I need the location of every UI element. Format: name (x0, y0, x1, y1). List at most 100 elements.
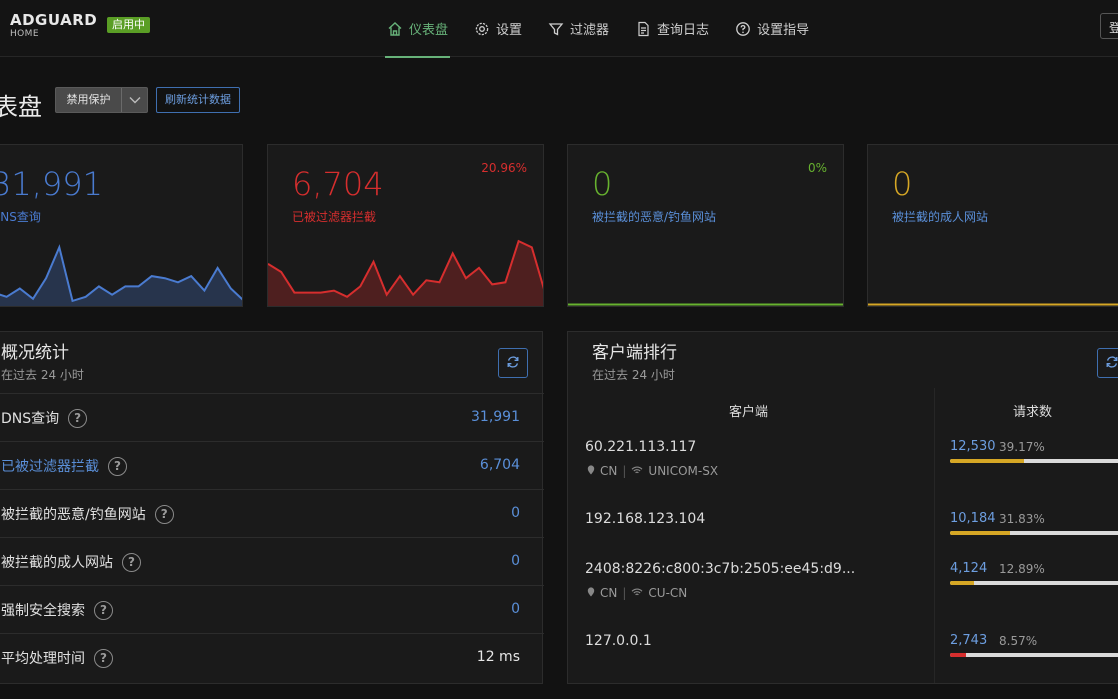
general-statistics-panel: 概况统计 在过去 24 小时 DNS查询? 31,991 已被过滤器拦截? 6,… (0, 331, 544, 684)
table-row[interactable]: 60.221.113.117 CN | UNICOM-SX 12,530 39.… (568, 439, 1118, 499)
nav-label: 查询日志 (657, 23, 710, 38)
stat-percentage: 20.96% (481, 161, 527, 175)
stat-value: 6,704 (292, 165, 384, 203)
nav-filters[interactable]: 过滤器 (546, 0, 611, 57)
request-share-bar (950, 531, 1118, 535)
client-meta: CN | UNICOM-SX (587, 464, 718, 478)
meta-separator: | (622, 586, 627, 600)
help-icon[interactable]: ? (94, 648, 113, 668)
location-pin-icon (587, 586, 595, 600)
adguard-logo[interactable]: ADGUARD HOME (10, 12, 97, 39)
gear-icon (474, 21, 490, 37)
stat-label: 已被过滤器拦截 (292, 210, 377, 224)
client-country: CN (600, 464, 618, 478)
protection-status-badge: 启用中 (107, 17, 150, 33)
table-row: 被拦截的成人网站? 0 (0, 537, 544, 585)
stat-label: DNS查询 (0, 210, 41, 224)
table-row[interactable]: 2408:8226:c800:3c7b:2505:ee45:d9... CN |… (568, 561, 1118, 621)
stat-label: 被拦截的恶意/钓鱼网站 (592, 210, 717, 224)
request-count[interactable]: 4,124 (950, 561, 987, 576)
refresh-stats-button[interactable]: 刷新统计数据 (156, 87, 240, 113)
table-row: 已被过滤器拦截? 6,704 (0, 441, 544, 489)
document-icon (635, 21, 651, 37)
help-icon[interactable]: ? (68, 408, 88, 428)
stat-row-label: 平均处理时间? (1, 648, 113, 668)
row-label-text: DNS查询 (1, 411, 60, 427)
meta-separator: | (622, 464, 627, 478)
request-share-bar (950, 459, 1118, 463)
stat-card-malware-blocked[interactable]: 0 被拦截的恶意/钓鱼网站 0% (567, 144, 844, 307)
table-row: 平均处理时间? 12 ms (0, 633, 544, 681)
nav-setup-guide[interactable]: 设置指导 (733, 0, 811, 57)
nav-settings[interactable]: 设置 (472, 0, 524, 57)
table-row: 被拦截的恶意/钓鱼网站? 0 (0, 489, 544, 537)
request-percent: 12.89% (999, 562, 1045, 576)
row-label-text: 被拦截的恶意/钓鱼网站 (1, 507, 146, 523)
home-icon (387, 21, 403, 37)
client-network: CU-CN (648, 586, 688, 600)
refresh-button[interactable] (498, 348, 528, 378)
stat-card-blocked-filters[interactable]: 6,704 已被过滤器拦截 20.96% (267, 144, 544, 307)
request-share-fill (950, 531, 1011, 535)
client-meta: CN | CU-CN (587, 586, 687, 600)
help-icon[interactable]: ? (94, 600, 113, 620)
stat-card-dns-queries[interactable]: 31,991 DNS查询 (0, 144, 243, 307)
stat-card-adult-blocked[interactable]: 0 被拦截的成人网站 0% (867, 144, 1118, 307)
nav-dashboard[interactable]: 仪表盘 (385, 0, 451, 58)
top-navbar: ADGUARD HOME 启用中 仪表盘 设置 过滤器 查询日志 设置指导 登 (0, 0, 1118, 58)
request-share-fill (950, 653, 967, 657)
row-label-text[interactable]: 已被过滤器拦截 (1, 456, 99, 476)
location-pin-icon (587, 464, 595, 478)
client-ip[interactable]: 127.0.0.1 (585, 633, 652, 649)
help-icon[interactable]: ? (122, 552, 141, 572)
nav-query-log[interactable]: 查询日志 (633, 0, 711, 57)
stat-row-value: 31,991 (471, 409, 520, 425)
request-count[interactable]: 12,530 (950, 439, 996, 454)
stat-percentage: 0% (807, 161, 827, 175)
refresh-icon (506, 354, 520, 373)
filter-icon (548, 21, 564, 37)
client-ip[interactable]: 2408:8226:c800:3c7b:2505:ee45:d9... (585, 561, 855, 577)
client-ip[interactable]: 60.221.113.117 (585, 439, 696, 455)
request-count[interactable]: 10,184 (950, 511, 996, 526)
refresh-icon (1105, 354, 1118, 373)
help-icon[interactable]: ? (108, 456, 127, 476)
nav-label: 设置指导 (757, 23, 810, 38)
stat-row-label: 强制安全搜索? (1, 600, 113, 620)
wifi-icon (631, 586, 643, 600)
nav-label: 过滤器 (570, 23, 610, 38)
request-percent: 8.57% (999, 634, 1038, 648)
main-nav: 仪表盘 设置 过滤器 查询日志 设置指导 (385, 0, 833, 58)
wifi-icon (631, 464, 643, 478)
column-header-requests[interactable]: 请求数 (1013, 401, 1052, 420)
logout-button[interactable]: 登 (1100, 13, 1118, 39)
stat-value: 0 (892, 165, 913, 203)
stat-row-value: 0 (511, 505, 520, 521)
request-share-fill (950, 459, 1025, 463)
stat-value: 0 (592, 165, 613, 203)
nav-label: 设置 (496, 23, 523, 38)
row-label-text: 平均处理时间 (1, 651, 85, 667)
nav-label: 仪表盘 (409, 23, 449, 38)
stat-row-value: 12 ms (476, 649, 520, 665)
help-icon[interactable]: ? (154, 504, 174, 524)
request-count[interactable]: 2,743 (950, 633, 987, 648)
stat-row-value: 0 (511, 553, 520, 569)
table-row: 强制安全搜索? 0 (0, 585, 544, 633)
stat-row-label: 被拦截的成人网站? (1, 552, 141, 572)
column-header-client[interactable]: 客户端 (729, 401, 768, 420)
table-row[interactable]: 127.0.0.1 2,743 8.57% (568, 633, 1118, 693)
logo-brand: ADGUARD (10, 11, 98, 29)
sparkline-area (268, 241, 543, 306)
stat-row-label: DNS查询? (1, 408, 88, 428)
stat-row-label: 被拦截的恶意/钓鱼网站? (1, 504, 174, 524)
chevron-down-icon[interactable] (121, 88, 147, 112)
client-ip[interactable]: 192.168.123.104 (585, 511, 705, 527)
logo-sub: HOME (10, 29, 39, 39)
panel-title: 概况统计 (1, 343, 69, 363)
top-clients-panel: 客户端排行 在过去 24 小时 客户端 请求数 60.221.113.117 C… (567, 331, 1118, 684)
refresh-button[interactable] (1097, 348, 1118, 378)
disable-protection-button[interactable]: 禁用保护 (55, 87, 148, 113)
sparkline-blocked (268, 239, 543, 306)
stat-row-value: 6,704 (479, 457, 520, 473)
